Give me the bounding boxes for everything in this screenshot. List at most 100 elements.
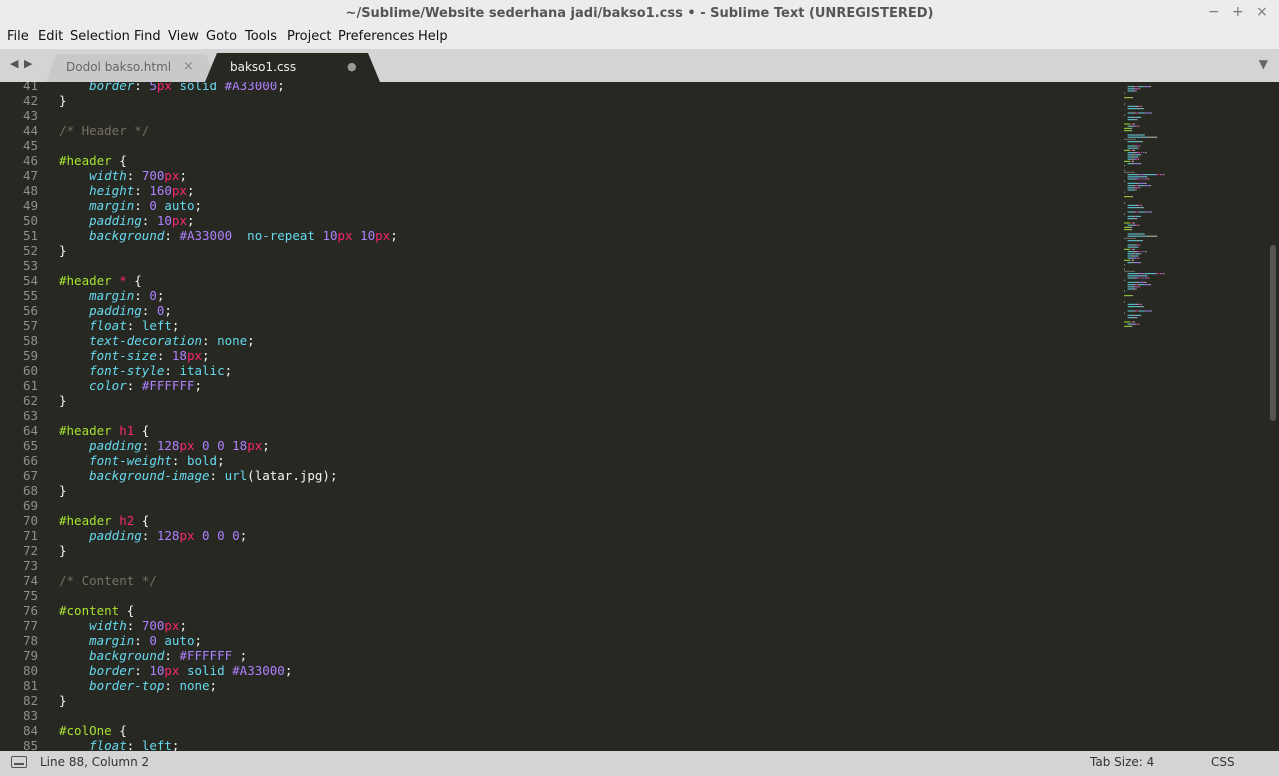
minimap-token <box>1127 108 1138 110</box>
code-line[interactable]: margin: 0 auto; <box>59 633 1109 648</box>
vertical-scrollbar[interactable] <box>1268 82 1279 751</box>
code-line[interactable]: float: left; <box>59 318 1109 333</box>
code-token: border <box>89 663 135 678</box>
menu-project[interactable]: Project <box>286 29 332 44</box>
tab-menu-icon[interactable]: ▼ <box>1259 57 1268 71</box>
minimap-token <box>1133 185 1135 187</box>
code-line[interactable] <box>59 108 1109 123</box>
tab-forward-icon[interactable]: ▶ <box>24 57 32 70</box>
code-line[interactable]: } <box>59 393 1109 408</box>
code-line[interactable] <box>59 558 1109 573</box>
code-token: background <box>89 228 165 243</box>
code-line[interactable]: #content { <box>59 603 1109 618</box>
code-line[interactable]: font-size: 18px; <box>59 348 1109 363</box>
minimap-token <box>1140 262 1142 264</box>
code-line[interactable]: #header h1 { <box>59 423 1109 438</box>
code-line[interactable]: background: #A33000 no-repeat 10px 10px; <box>59 228 1109 243</box>
code-line[interactable]: } <box>59 483 1109 498</box>
code-line[interactable]: padding: 128px 0 0 18px; <box>59 438 1109 453</box>
code-line[interactable]: color: #FFFFFF; <box>59 378 1109 393</box>
tab-size-selector[interactable]: Tab Size: 4 <box>1090 755 1154 769</box>
code-line[interactable] <box>59 588 1109 603</box>
minimap-token <box>1141 176 1143 178</box>
menu-find[interactable]: Find <box>133 29 162 44</box>
code-line[interactable]: padding: 0; <box>59 303 1109 318</box>
code-line[interactable] <box>59 498 1109 513</box>
menu-view[interactable]: View <box>167 29 200 44</box>
code-line[interactable]: } <box>59 543 1109 558</box>
menu-selection[interactable]: Selection <box>69 29 131 44</box>
code-line[interactable]: height: 160px; <box>59 183 1109 198</box>
unsaved-dot-icon[interactable]: ● <box>347 60 357 73</box>
code-view[interactable]: border: 5px solid #A33000;} /* Header */… <box>59 82 1109 751</box>
code-line[interactable] <box>59 708 1109 723</box>
code-line[interactable]: font-style: italic; <box>59 363 1109 378</box>
minimap-token <box>1135 152 1139 154</box>
code-line[interactable]: /* Header */ <box>59 123 1109 138</box>
editor-area[interactable]: 41 42 43 44 45 46 47 48 49 50 51 52 53 54 55 56 57 58 59 60… <box>0 82 1279 751</box>
minimap-token <box>1127 306 1138 308</box>
code-line[interactable] <box>59 258 1109 273</box>
menu-goto[interactable]: Goto <box>205 29 238 44</box>
minimize-icon[interactable]: − <box>1208 4 1220 20</box>
console-toggle-icon[interactable] <box>11 756 27 768</box>
code-line[interactable]: border: 10px solid #A33000; <box>59 663 1109 678</box>
code-line[interactable]: background-image: url(latar.jpg); <box>59 468 1109 483</box>
code-line[interactable] <box>59 408 1109 423</box>
minimap-token <box>1127 189 1133 191</box>
code-line[interactable]: } <box>59 93 1109 108</box>
code-line[interactable]: padding: 10px; <box>59 213 1109 228</box>
minimap-token <box>1133 284 1135 286</box>
minimap-token <box>1142 178 1144 180</box>
code-line[interactable]: text-decoration: none; <box>59 333 1109 348</box>
code-line[interactable]: float: left; <box>59 738 1109 751</box>
menu-edit[interactable]: Edit <box>37 29 64 44</box>
code-line[interactable]: width: 700px; <box>59 168 1109 183</box>
menu-help[interactable]: Help <box>417 29 449 44</box>
minimap-token <box>1134 211 1137 213</box>
menu-tools[interactable]: Tools <box>244 29 278 44</box>
minimap-token <box>1124 114 1125 116</box>
menu-file[interactable]: File <box>6 29 30 44</box>
code-line[interactable] <box>59 138 1109 153</box>
scrollbar-thumb[interactable] <box>1270 245 1276 421</box>
minimap-token <box>1148 178 1150 180</box>
tab-bakso1-css[interactable]: bakso1.css ● <box>205 53 380 82</box>
code-line[interactable]: } <box>59 693 1109 708</box>
minimap-token <box>1132 147 1134 149</box>
code-token: background-image <box>89 468 210 483</box>
code-line[interactable]: width: 700px; <box>59 618 1109 633</box>
code-line[interactable]: #header h2 { <box>59 513 1109 528</box>
code-line[interactable]: /* Content */ <box>59 573 1109 588</box>
code-line[interactable]: padding: 128px 0 0 0; <box>59 528 1109 543</box>
minimap-token <box>1124 191 1125 193</box>
minimap-token <box>1127 253 1133 255</box>
menu-preferences[interactable]: Preferences <box>337 29 415 44</box>
code-token: ; <box>186 183 195 198</box>
tab-back-icon[interactable]: ◀ <box>10 57 18 70</box>
code-line[interactable]: margin: 0 auto; <box>59 198 1109 213</box>
code-line[interactable]: border-top: none; <box>59 678 1109 693</box>
tab-dodol-bakso-html[interactable]: Dodol bakso.html × <box>46 53 216 82</box>
minimap-token <box>1127 204 1136 206</box>
minimap[interactable] <box>1118 82 1268 751</box>
code-token: margin <box>89 288 135 303</box>
minimap-token <box>1127 178 1134 180</box>
code-line[interactable]: border: 5px solid #A33000; <box>59 82 1109 93</box>
code-line[interactable]: margin: 0; <box>59 288 1109 303</box>
code-line[interactable]: #header { <box>59 153 1109 168</box>
minimap-token <box>1127 86 1133 88</box>
code-line[interactable]: #colOne { <box>59 723 1109 738</box>
tab-close-icon[interactable]: × <box>183 59 194 74</box>
code-line[interactable]: font-weight: bold; <box>59 453 1109 468</box>
close-window-icon[interactable]: × <box>1256 4 1268 20</box>
syntax-selector[interactable]: CSS <box>1211 755 1235 769</box>
minimap-token <box>1135 303 1138 305</box>
code-line[interactable]: #header * { <box>59 273 1109 288</box>
minimap-token <box>1124 202 1125 204</box>
line-number: 67 <box>22 468 38 483</box>
code-line[interactable]: background: #FFFFFF ; <box>59 648 1109 663</box>
code-line[interactable]: } <box>59 243 1109 258</box>
maximize-icon[interactable]: + <box>1232 4 1244 20</box>
